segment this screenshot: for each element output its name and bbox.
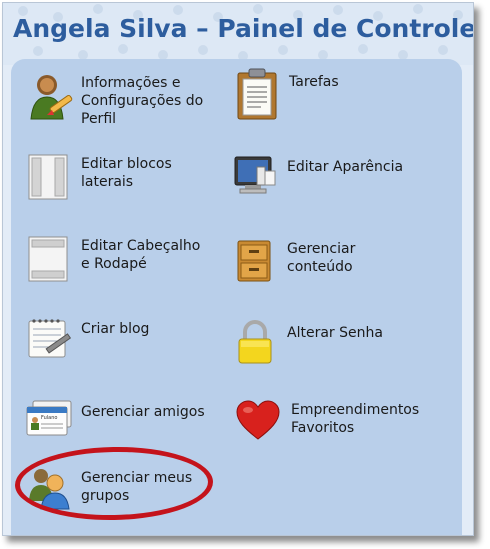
favorite-businesses-label: Empreendimentos Favoritos (291, 401, 451, 437)
profile-user-pencil-icon (30, 75, 73, 120)
label-line: Empreendimentos (291, 402, 420, 418)
edit-sidebar-blocks-link[interactable]: Editar blocos laterais (27, 153, 227, 205)
padlock-icon (238, 320, 272, 364)
label-line: e Rodapé (81, 256, 147, 272)
label-line: Configurações do (81, 93, 204, 109)
edit-sidebar-blocks-label: Editar blocos laterais (81, 155, 221, 191)
manage-content-label: Gerenciar conteúdo (287, 240, 427, 276)
label-line: Perfil (81, 111, 117, 127)
header-footer-icon (28, 236, 68, 282)
label-line: Editar blocos (81, 156, 172, 172)
label-line: Gerenciar amigos (81, 404, 205, 420)
tasks-label: Tarefas (289, 73, 429, 91)
clipboard-icon (237, 68, 277, 120)
change-password-label: Alterar Senha (287, 324, 427, 342)
header: Angela Silva – Painel de Controle (3, 3, 473, 65)
label-line: Editar Cabeçalho (81, 238, 201, 254)
edit-appearance-link[interactable]: Editar Aparência (231, 153, 451, 203)
label-line: Tarefas (289, 74, 339, 90)
label-line: Alterar Senha (287, 325, 383, 341)
heart-icon (236, 400, 280, 440)
profile-settings-link[interactable]: Informações e Configurações do Perfil (25, 71, 235, 131)
label-line: laterais (81, 174, 134, 190)
notepad-pencil-icon (28, 319, 72, 358)
label-line: Favoritos (291, 420, 355, 436)
label-line: Informações e (81, 75, 181, 91)
favorite-businesses-link[interactable]: Empreendimentos Favoritos (235, 399, 445, 447)
monitor-paintbrush-icon (234, 156, 276, 194)
label-line: conteúdo (287, 259, 353, 275)
sidebar-blocks-icon (28, 154, 68, 200)
manage-friends-link[interactable]: Fulano Gerenciar amigos (25, 399, 235, 443)
change-password-link[interactable]: Alterar Senha (235, 319, 435, 369)
control-panel-window: Angela Silva – Painel de Controle Inform… (2, 2, 474, 536)
create-blog-label: Criar blog (81, 320, 221, 338)
edit-header-footer-label: Editar Cabeçalho e Rodapé (81, 237, 231, 273)
page-title: Angela Silva – Painel de Controle (13, 14, 474, 43)
label-line: Editar Aparência (287, 159, 404, 175)
manage-friends-label: Gerenciar amigos (81, 403, 241, 421)
id-cards-icon: Fulano (26, 400, 72, 436)
label-line: Criar blog (81, 321, 150, 337)
label-line: Gerenciar (287, 241, 356, 257)
edit-appearance-label: Editar Aparência (287, 158, 447, 176)
manage-content-link[interactable]: Gerenciar conteúdo (235, 238, 435, 288)
profile-settings-label: Informações e Configurações do Perfil (81, 74, 241, 128)
create-blog-link[interactable]: Criar blog (25, 315, 225, 365)
id-card-text: Fulano (41, 415, 57, 421)
tasks-link[interactable]: Tarefas (235, 67, 435, 123)
edit-header-footer-link[interactable]: Editar Cabeçalho e Rodapé (27, 235, 227, 285)
filing-cabinet-icon (237, 240, 271, 282)
